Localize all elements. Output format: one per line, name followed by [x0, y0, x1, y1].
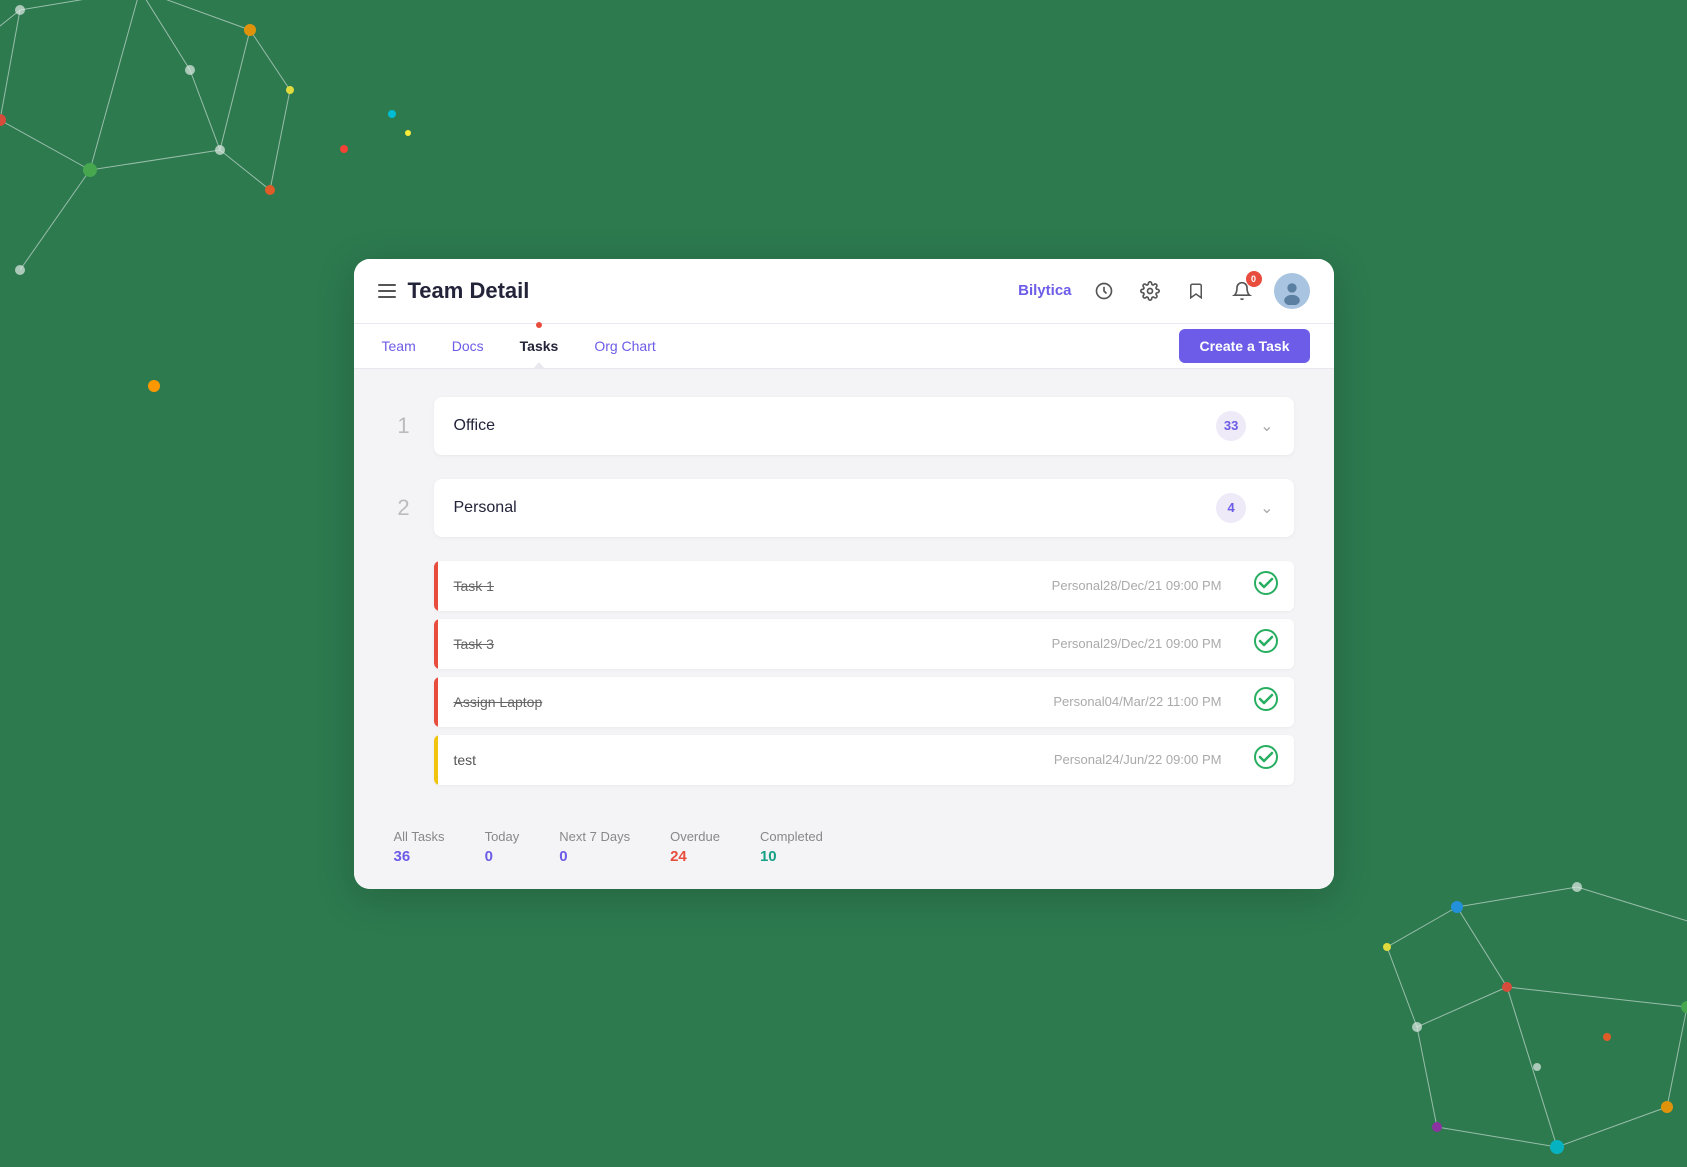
tab-tasks[interactable]: Tasks: [516, 324, 563, 368]
task-name: test: [454, 752, 477, 768]
bookmark-icon[interactable]: [1182, 277, 1210, 305]
tab-docs[interactable]: Docs: [448, 324, 488, 368]
content-area: 1 Office 33 ⌄ 2 Personal 4 ⌄: [354, 369, 1334, 785]
hamburger-icon[interactable]: [378, 284, 396, 298]
category-row-personal: 2 Personal 4 ⌄: [394, 479, 1294, 537]
main-card: Team Detail Bilytica: [354, 259, 1334, 889]
stat-label: All Tasks: [394, 829, 445, 844]
category-card-office[interactable]: Office 33 ⌄: [434, 397, 1294, 455]
category-number-1: 1: [394, 413, 414, 439]
task-meta: Personal29/Dec/21 09:00 PM: [1052, 636, 1222, 651]
category-number-2: 2: [394, 495, 414, 521]
header: Team Detail Bilytica: [354, 259, 1334, 324]
settings-icon[interactable]: [1136, 277, 1164, 305]
network-decoration-bottomright: [1377, 847, 1687, 1167]
task-name: Task 3: [454, 636, 494, 652]
task-item[interactable]: Assign Laptop Personal04/Mar/22 11:00 PM: [434, 677, 1294, 727]
stat-value: 10: [760, 848, 777, 865]
notification-badge: 0: [1246, 271, 1262, 287]
task-name: Task 1: [454, 578, 494, 594]
dot-decoration: [405, 130, 411, 136]
chevron-down-icon-personal[interactable]: ⌄: [1260, 498, 1273, 518]
task-check-icon: [1238, 629, 1294, 659]
brand-label: Bilytica: [1018, 282, 1071, 299]
category-right-personal: 4 ⌄: [1216, 493, 1273, 523]
stat-completed: Completed 10: [760, 829, 823, 865]
task-item[interactable]: Task 1 Personal28/Dec/21 09:00 PM: [434, 561, 1294, 611]
stat-label: Next 7 Days: [559, 829, 630, 844]
tab-org-chart[interactable]: Org Chart: [590, 324, 659, 368]
category-row-office: 1 Office 33 ⌄: [394, 397, 1294, 455]
nav-tabs: Team Docs Tasks Org Chart Create a Task: [354, 324, 1334, 369]
avatar[interactable]: [1274, 273, 1310, 309]
category-name-office: Office: [454, 417, 496, 435]
category-right-office: 33 ⌄: [1216, 411, 1273, 441]
task-meta: Personal28/Dec/21 09:00 PM: [1052, 578, 1222, 593]
stat-label: Today: [485, 829, 520, 844]
nav-tabs-left: Team Docs Tasks Org Chart: [378, 324, 660, 368]
tab-team[interactable]: Team: [378, 324, 420, 368]
stat-value: 24: [670, 848, 687, 865]
stat-overdue: Overdue 24: [670, 829, 720, 865]
task-content: test Personal24/Jun/22 09:00 PM: [438, 740, 1238, 780]
header-right: Bilytica: [1018, 273, 1309, 309]
stat-today: Today 0: [485, 829, 520, 865]
task-item[interactable]: test Personal24/Jun/22 09:00 PM: [434, 735, 1294, 785]
task-content: Task 1 Personal28/Dec/21 09:00 PM: [438, 566, 1238, 606]
stat-value: 0: [485, 848, 493, 865]
network-decoration-topleft: [0, 0, 320, 310]
stat-next-7-days: Next 7 Days 0: [559, 829, 630, 865]
task-content: Assign Laptop Personal04/Mar/22 11:00 PM: [438, 682, 1238, 722]
stat-label: Completed: [760, 829, 823, 844]
task-check-icon: [1238, 571, 1294, 601]
task-name: Assign Laptop: [454, 694, 543, 710]
dot-decoration: [388, 110, 396, 118]
stat-value: 36: [394, 848, 411, 865]
clock-icon[interactable]: [1090, 277, 1118, 305]
footer-stats: All Tasks 36 Today 0 Next 7 Days 0 Overd…: [354, 809, 1334, 889]
header-left: Team Detail: [378, 278, 530, 304]
stat-all-tasks: All Tasks 36: [394, 829, 445, 865]
category-name-personal: Personal: [454, 499, 517, 517]
task-item[interactable]: Task 3 Personal29/Dec/21 09:00 PM: [434, 619, 1294, 669]
office-count-badge: 33: [1216, 411, 1246, 441]
task-check-icon: [1238, 745, 1294, 775]
task-meta: Personal24/Jun/22 09:00 PM: [1054, 752, 1222, 767]
task-content: Task 3 Personal29/Dec/21 09:00 PM: [438, 624, 1238, 664]
page-title: Team Detail: [408, 278, 530, 304]
create-task-button[interactable]: Create a Task: [1179, 329, 1309, 363]
dot-decoration: [148, 380, 160, 392]
notification-wrapper: 0: [1228, 277, 1256, 305]
category-card-personal[interactable]: Personal 4 ⌄: [434, 479, 1294, 537]
personal-count-badge: 4: [1216, 493, 1246, 523]
dot-decoration: [340, 145, 348, 153]
tasks-section: Task 1 Personal28/Dec/21 09:00 PM Task 3…: [434, 561, 1294, 785]
stat-label: Overdue: [670, 829, 720, 844]
task-meta: Personal04/Mar/22 11:00 PM: [1053, 694, 1221, 709]
task-check-icon: [1238, 687, 1294, 717]
chevron-down-icon[interactable]: ⌄: [1260, 416, 1273, 436]
stat-value: 0: [559, 848, 567, 865]
